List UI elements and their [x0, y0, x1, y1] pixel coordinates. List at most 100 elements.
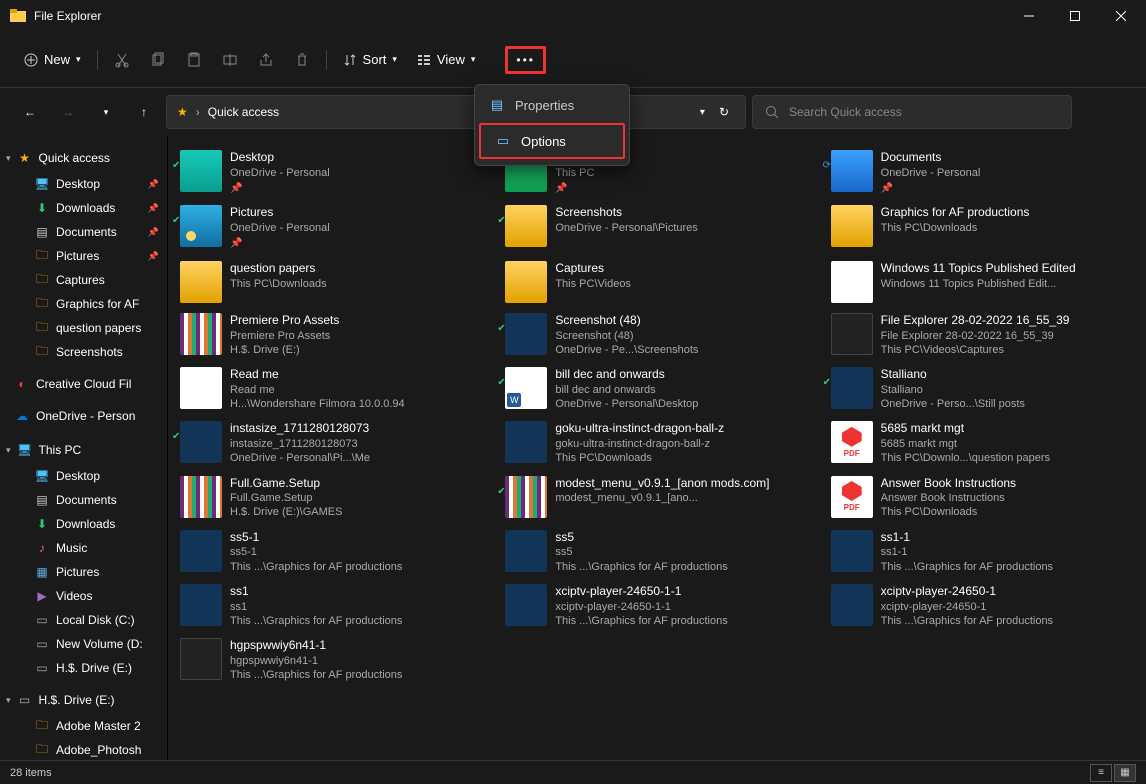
sidebar-creative-cloud[interactable]: ◐ Creative Cloud Fil	[0, 372, 167, 396]
file-pane[interactable]: ✔DesktopOneDrive - Personal📌DownloadsThi…	[168, 136, 1146, 760]
file-item[interactable]: Windows 11 Topics Published EditedWindow…	[825, 257, 1140, 307]
sidebar-quick-documents[interactable]: ▤Documents📌	[0, 220, 167, 244]
new-button[interactable]: New ▾	[16, 46, 89, 73]
file-item[interactable]: ✔PicturesOneDrive - Personal📌	[174, 201, 489, 254]
cut-button[interactable]	[106, 46, 138, 74]
file-location: modest_menu_v0.9.1_[ano...	[555, 491, 808, 505]
sidebar-hs-adobe-photosh[interactable]: 🗀Adobe_Photosh	[0, 738, 167, 760]
share-button[interactable]	[250, 46, 282, 74]
minimize-button[interactable]	[1006, 0, 1052, 32]
recent-button[interactable]: ▾	[90, 96, 122, 128]
file-item[interactable]: ss1ss1This ...\Graphics for AF productio…	[174, 580, 489, 632]
sidebar-creative-label: Creative Cloud Fil	[36, 377, 131, 391]
close-button[interactable]	[1098, 0, 1144, 32]
sidebar-pc-desktop[interactable]: 🖥Desktop	[0, 464, 167, 488]
file-item[interactable]: ✔modest_menu_v0.9.1_[anon mods.com]modes…	[499, 472, 814, 524]
titlebar: File Explorer	[0, 0, 1146, 32]
sort-button[interactable]: Sort ▾	[335, 46, 405, 73]
file-item[interactable]: PDFAnswer Book InstructionsAnswer Book I…	[825, 472, 1140, 524]
file-location: xciptv-player-24650-1-1	[555, 600, 808, 614]
file-item[interactable]: Premiere Pro AssetsPremiere Pro AssetsH.…	[174, 309, 489, 361]
file-location: Answer Book Instructions	[881, 491, 1134, 505]
delete-button[interactable]	[286, 46, 318, 74]
copy-button[interactable]	[142, 46, 174, 74]
file-item[interactable]: Full.Game.SetupFull.Game.SetupH.$. Drive…	[174, 472, 489, 524]
sidebar-pc-music[interactable]: ♪Music	[0, 536, 167, 560]
sidebar-this-pc-header[interactable]: ▾ 🖥 This PC	[0, 436, 167, 464]
sidebar-pc-h-drive-e-[interactable]: ▭H.$. Drive (E:)	[0, 656, 167, 680]
file-item[interactable]: ✔ScreenshotsOneDrive - Personal\Pictures	[499, 201, 814, 254]
menu-options[interactable]: ▭ Options	[479, 123, 625, 159]
file-item[interactable]: ✔DesktopOneDrive - Personal📌	[174, 146, 489, 199]
more-button[interactable]: •••	[505, 46, 546, 74]
sync-ok-icon: ✔	[497, 215, 505, 226]
sidebar-hs-drive-header[interactable]: ▾ ▭ H.$. Drive (E:)	[0, 686, 167, 714]
file-location: instasize_1711280128073	[230, 437, 483, 451]
file-item[interactable]: hgpspwwiy6n41-1hgpspwwiy6n41-1This ...\G…	[174, 634, 489, 686]
back-button[interactable]: ←	[14, 96, 46, 128]
file-item[interactable]: ✔Screenshot (48)Screenshot (48)OneDrive …	[499, 309, 814, 361]
file-item[interactable]: question papersThis PC\Downloads	[174, 257, 489, 307]
chevron-down-icon[interactable]: ▾	[694, 101, 711, 124]
search-input[interactable]: Search Quick access	[752, 95, 1072, 129]
tiles-view-toggle[interactable]: ▦	[1114, 764, 1136, 782]
file-item[interactable]: PDF5685 markt mgt5685 markt mgtThis PC\D…	[825, 417, 1140, 469]
sidebar-pc-pictures[interactable]: ▦Pictures	[0, 560, 167, 584]
sidebar-quick-downloads[interactable]: ⬇Downloads📌	[0, 196, 167, 220]
file-name: Premiere Pro Assets	[230, 313, 483, 329]
file-item[interactable]: ss5-1ss5-1This ...\Graphics for AF produ…	[174, 526, 489, 578]
file-item[interactable]: goku-ultra-instinct-dragon-ball-zgoku-ul…	[499, 417, 814, 469]
chevron-down-icon: ▾	[392, 54, 397, 65]
sidebar-pc-downloads[interactable]: ⬇Downloads	[0, 512, 167, 536]
file-name: goku-ultra-instinct-dragon-ball-z	[555, 421, 808, 437]
up-button[interactable]: ↑	[128, 96, 160, 128]
file-item[interactable]: Read meRead meH...\Wondershare Filmora 1…	[174, 363, 489, 415]
file-item[interactable]: ss1-1ss1-1This ...\Graphics for AF produ…	[825, 526, 1140, 578]
creative-cloud-icon: ◐	[14, 376, 30, 392]
sidebar-quick-screenshots[interactable]: 🗀Screenshots	[0, 340, 167, 364]
refresh-button[interactable]: ↻	[713, 99, 735, 125]
file-thumb	[505, 313, 547, 355]
file-item[interactable]: ✔bill dec and onwardsbill dec and onward…	[499, 363, 814, 415]
breadcrumb[interactable]: Quick access	[208, 105, 279, 119]
file-location: ss1-1	[881, 545, 1134, 559]
sidebar-pc-new-volume-d-[interactable]: ▭New Volume (D:	[0, 632, 167, 656]
file-item[interactable]: ✔StallianoStallianoOneDrive - Perso...\S…	[825, 363, 1140, 415]
file-item[interactable]: ss5ss5This ...\Graphics for AF productio…	[499, 526, 814, 578]
file-item[interactable]: ⟳DocumentsOneDrive - Personal📌	[825, 146, 1140, 199]
file-item[interactable]: ✔instasize_1711280128073instasize_171128…	[174, 417, 489, 469]
sidebar-pc-documents[interactable]: ▤Documents	[0, 488, 167, 512]
file-item[interactable]: xciptv-player-24650-1-1xciptv-player-246…	[499, 580, 814, 632]
file-name: Stalliano	[881, 367, 1134, 383]
file-item[interactable]: xciptv-player-24650-1xciptv-player-24650…	[825, 580, 1140, 632]
file-name: ss1	[230, 584, 483, 600]
view-button[interactable]: View ▾	[409, 46, 483, 73]
file-location: File Explorer 28-02-2022 16_55_39	[881, 329, 1134, 343]
file-location: This PC	[555, 166, 808, 180]
sidebar-pc-videos[interactable]: ▶Videos	[0, 584, 167, 608]
sidebar-quick-graphics-for-af[interactable]: 🗀Graphics for AF	[0, 292, 167, 316]
sidebar-pc-local-disk-c-[interactable]: ▭Local Disk (C:)	[0, 608, 167, 632]
sidebar-quick-access-header[interactable]: ▾ ★ Quick access	[0, 144, 167, 172]
forward-button[interactable]: →	[52, 96, 84, 128]
search-placeholder: Search Quick access	[789, 105, 902, 119]
rename-button[interactable]	[214, 46, 246, 74]
menu-properties[interactable]: ▤ Properties	[475, 89, 629, 121]
maximize-button[interactable]	[1052, 0, 1098, 32]
file-item[interactable]: CapturesThis PC\Videos	[499, 257, 814, 307]
sidebar-hs-adobe-master-2[interactable]: 🗀Adobe Master 2	[0, 714, 167, 738]
file-item[interactable]: File Explorer 28-02-2022 16_55_39File Ex…	[825, 309, 1140, 361]
file-name: bill dec and onwards	[555, 367, 808, 383]
paste-button[interactable]	[178, 46, 210, 74]
sidebar-quick-captures[interactable]: 🗀Captures	[0, 268, 167, 292]
file-item[interactable]: Graphics for AF productionsThis PC\Downl…	[825, 201, 1140, 254]
sidebar-onedrive[interactable]: ☁ OneDrive - Person	[0, 404, 167, 428]
address-bar[interactable]: ★ › Quick access ▾ ↻	[166, 95, 746, 129]
file-name: ss5-1	[230, 530, 483, 546]
sync-ok-icon: ✔	[172, 431, 180, 442]
view-label: View	[437, 52, 465, 67]
details-view-toggle[interactable]: ≡	[1090, 764, 1112, 782]
sidebar-quick-desktop[interactable]: 🖥Desktop📌	[0, 172, 167, 196]
sidebar-quick-question-papers[interactable]: 🗀question papers	[0, 316, 167, 340]
sidebar-quick-pictures[interactable]: 🗀Pictures📌	[0, 244, 167, 268]
